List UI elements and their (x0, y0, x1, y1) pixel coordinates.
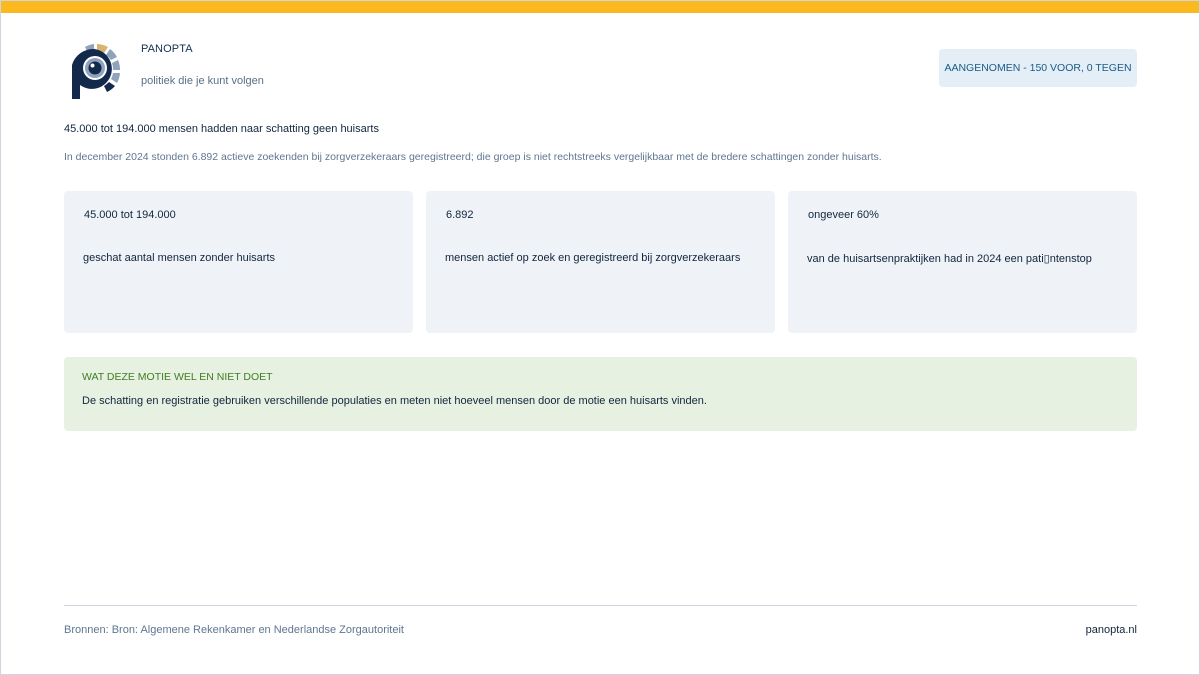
stat-card-patient-stop: ongeveer 60% van de huisartsenpraktijken… (788, 191, 1137, 333)
page-headline: 45.000 tot 194.000 mensen hadden naar sc… (64, 123, 379, 135)
stat-card-estimate: 45.000 tot 194.000 geschat aantal mensen… (64, 191, 413, 333)
motion-scope-note: WAT DEZE MOTIE WEL EN NIET DOET De schat… (64, 357, 1137, 431)
page-frame: PANOPTA politiek die je kunt volgen AANG… (0, 0, 1200, 675)
page-subtext: In december 2024 stonden 6.892 actieve z… (64, 151, 882, 163)
stat-label: geschat aantal mensen zonder huisarts (83, 252, 276, 264)
site-link[interactable]: panopta.nl (1086, 624, 1137, 636)
stat-label: mensen actief op zoek en geregistreerd b… (445, 252, 741, 264)
note-text: De schatting en registratie gebruiken ve… (82, 395, 707, 407)
stat-label: van de huisartsenpraktijken had in 2024 … (807, 253, 1092, 265)
footer-divider (64, 605, 1137, 606)
stat-value: 45.000 tot 194.000 (84, 209, 176, 221)
accent-top-bar (1, 1, 1199, 13)
panopta-logo-icon (72, 44, 121, 99)
stat-card-registered: 6.892 mensen actief op zoek en geregistr… (426, 191, 775, 333)
brand-name: PANOPTA (141, 43, 193, 55)
stat-value: 6.892 (446, 209, 474, 221)
status-badge: AANGENOMEN - 150 VOOR, 0 TEGEN (939, 49, 1137, 87)
footer-sources: Bronnen: Bron: Algemene Rekenkamer en Ne… (64, 624, 404, 636)
brand-tagline: politiek die je kunt volgen (141, 75, 264, 87)
stat-value: ongeveer 60% (808, 209, 879, 221)
note-title: WAT DEZE MOTIE WEL EN NIET DOET (82, 371, 273, 383)
